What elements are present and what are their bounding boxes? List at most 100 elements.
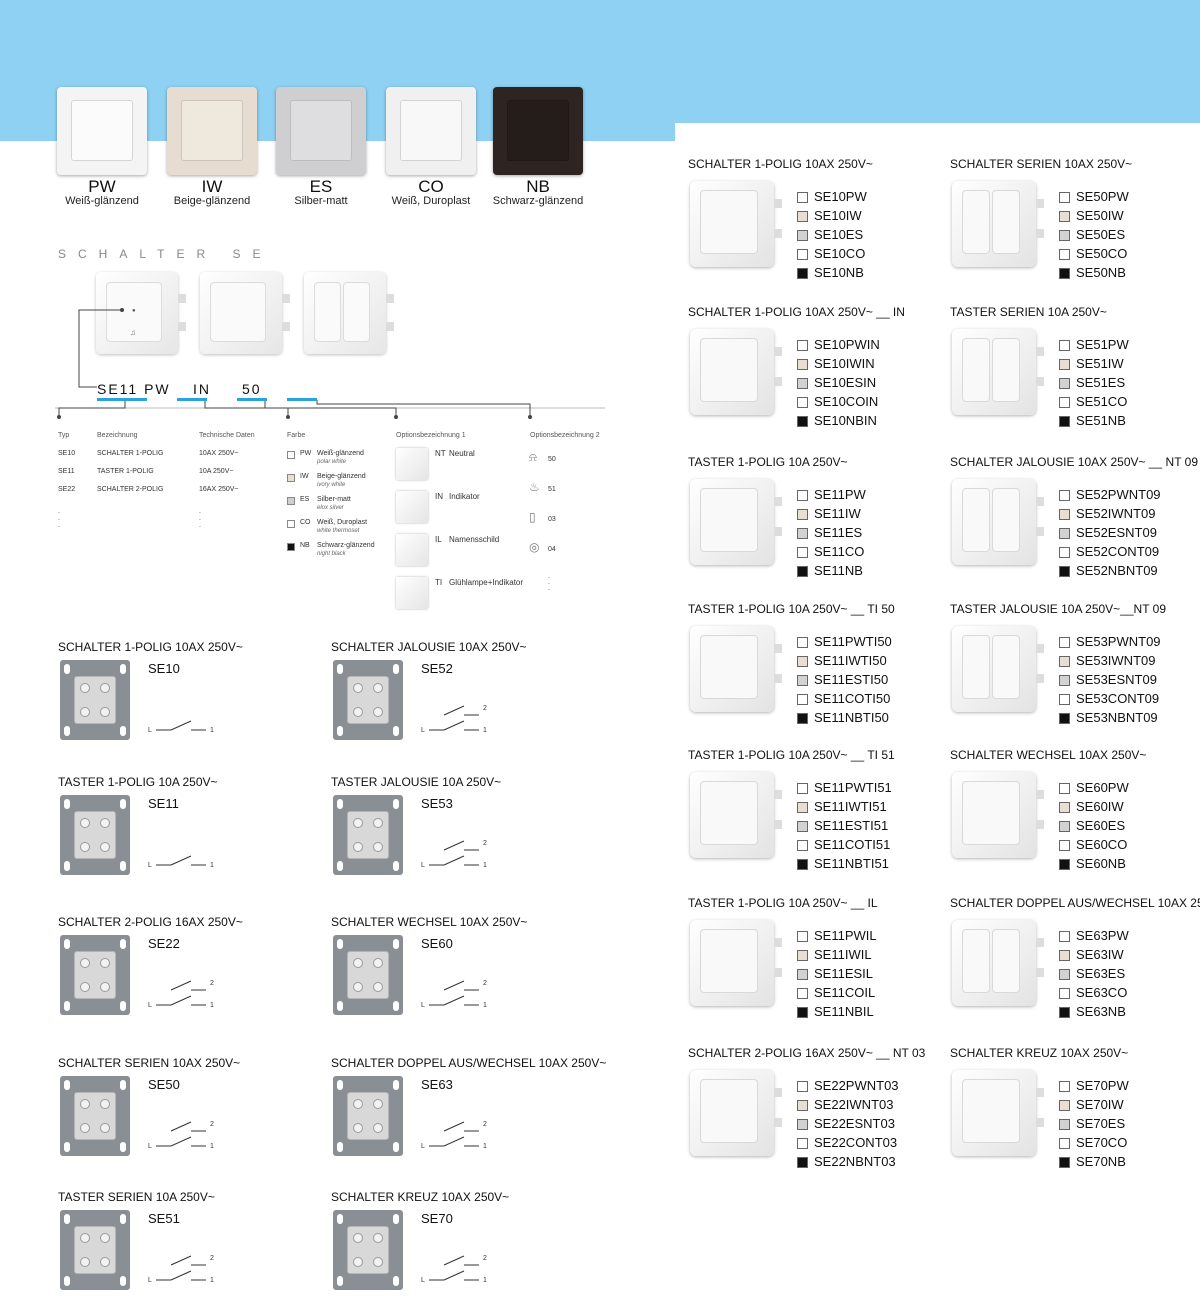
- mechanism-mount-hole: [64, 1001, 70, 1011]
- finish-name: Weiß-glänzend: [65, 195, 139, 207]
- mechanism-terminal: [353, 818, 363, 828]
- variant-code: SE51PW: [1076, 337, 1129, 352]
- variant-color-square: [1059, 378, 1070, 389]
- legend-cell-typ: SE22: [58, 486, 76, 493]
- variant-color-square: [797, 950, 808, 961]
- switch-rocker-right: [992, 635, 1020, 699]
- finish-swatch: [386, 87, 476, 175]
- code-bar-option2: [237, 398, 267, 401]
- svg-text:L: L: [148, 1002, 152, 1009]
- catalog-title: SCHALTER KREUZ 10AX 250V~: [950, 1046, 1129, 1060]
- legend-cell-typ: SE11: [58, 468, 75, 475]
- variant-code: SE60PW: [1076, 780, 1129, 795]
- variant-color-square: [797, 637, 808, 648]
- variant-color-square: [1059, 988, 1070, 999]
- switch-clip: [774, 377, 782, 386]
- variant-color-square: [797, 931, 808, 942]
- mechanism-mount-hole: [393, 799, 399, 809]
- variant-code: SE50CO: [1076, 246, 1128, 261]
- option1-code: NT: [435, 449, 446, 458]
- switch-clip: [1036, 1088, 1044, 1097]
- variant-code: SE11COTI50: [814, 691, 891, 706]
- variant-color-square: [1059, 694, 1070, 705]
- variant-code: SE51IW: [1076, 356, 1124, 371]
- mechanism-mount-hole: [64, 664, 70, 674]
- mechanism-core: [347, 1226, 389, 1274]
- variant-code: SE70NB: [1076, 1154, 1126, 1169]
- catalog-title: SCHALTER SERIEN 10AX 250V~: [950, 157, 1133, 171]
- variant-code: SE52CONT09: [1076, 544, 1160, 559]
- mechanism-wiring-diagram: L 1 2: [421, 840, 487, 869]
- series-heading: SCHALTER SE: [58, 247, 273, 261]
- variant-code: SE60IW: [1076, 799, 1124, 814]
- mechanism-title: SCHALTER JALOUSIE 10AX 250V~: [331, 640, 527, 654]
- svg-text:2: 2: [210, 980, 214, 987]
- mechanism-core: [74, 811, 116, 859]
- variant-color-square: [1059, 783, 1070, 794]
- finish-code: NB: [526, 177, 550, 196]
- mechanism-image: [60, 1076, 130, 1156]
- switch-clip: [774, 347, 782, 356]
- mechanism-terminal: [373, 683, 383, 693]
- mechanism-wiring-diagram: L 1 2: [148, 1255, 214, 1284]
- variant-color-square: [797, 1081, 808, 1092]
- switch-clip: [1036, 527, 1044, 536]
- variant-color-square: [797, 1007, 808, 1018]
- mechanism-mount-hole: [337, 861, 343, 871]
- variant-code: SE11ES: [814, 525, 863, 540]
- legend-cell-tech: 16AX 250V~: [199, 486, 239, 493]
- variant-color-square: [797, 1119, 808, 1130]
- finish-swatch: [276, 87, 366, 175]
- mechanism-mount-hole: [120, 1001, 126, 1011]
- switch-clip: [1036, 674, 1044, 683]
- variant-color-square: [1059, 490, 1070, 501]
- mechanism-terminal: [353, 1099, 363, 1109]
- mechanism-mount-hole: [64, 1276, 70, 1286]
- switch-clip: [774, 968, 782, 977]
- mechanism-mount-hole: [64, 861, 70, 871]
- catalog-title: SCHALTER 2-POLIG 16AX 250V~ __ NT 03: [688, 1046, 926, 1060]
- mechanism-terminal: [353, 1257, 363, 1267]
- variant-code: SE53NBNT09: [1076, 710, 1158, 725]
- mechanism-mount-hole: [120, 1276, 126, 1286]
- svg-text:1: 1: [210, 1002, 214, 1009]
- catalog-switch-image: [952, 479, 1044, 565]
- finish-list-de: Weiß, Duroplast: [317, 519, 368, 526]
- finish-list-de: Schwarz-glänzend: [317, 542, 375, 549]
- mechanism-title: SCHALTER DOPPEL AUS/WECHSEL 10AX 250V~: [331, 1056, 607, 1070]
- mechanism-image: [60, 660, 130, 740]
- variant-color-square: [797, 230, 808, 241]
- variant-color-square: [797, 1138, 808, 1149]
- mechanism-terminal: [100, 1099, 110, 1109]
- mechanism-image: [333, 660, 403, 740]
- option2-code: 50: [548, 456, 556, 463]
- variant-code: SE11ESTI50: [814, 672, 889, 687]
- switch-clip: [1036, 199, 1044, 208]
- switch-rocker: [700, 338, 758, 402]
- variant-color-square: [797, 490, 808, 501]
- variant-code: SE70PW: [1076, 1078, 1129, 1093]
- switch-rocker-left: [962, 190, 990, 254]
- variant-code: SE63CO: [1076, 985, 1128, 1000]
- finish-list-code: IW: [300, 473, 309, 480]
- svg-text:L: L: [421, 727, 425, 734]
- finish-list-code: NB: [300, 542, 310, 549]
- finish-swatch-rocker: [181, 100, 243, 161]
- mechanism-terminal: [100, 683, 110, 693]
- variant-color-square: [1059, 509, 1070, 520]
- variant-code: SE10CO: [814, 246, 866, 261]
- svg-text:2: 2: [483, 1255, 487, 1262]
- mechanism-mount-hole: [337, 1080, 343, 1090]
- variant-code: SE22IWNT03: [814, 1097, 894, 1112]
- mechanism-core: [74, 676, 116, 724]
- finish-list-en: white thermoset: [317, 528, 360, 534]
- legend-cell-typ: SE10: [58, 450, 76, 457]
- mechanism-code: SE50: [148, 1077, 180, 1092]
- catalog-switch-image: [690, 626, 782, 712]
- variant-color-square: [1059, 547, 1070, 558]
- variant-color-square: [797, 859, 808, 870]
- catalog-switch-image: [952, 329, 1044, 415]
- catalog-switch-image: [690, 920, 782, 1006]
- mechanism-image: [60, 795, 130, 875]
- finish-list-de: Beige-glänzend: [317, 473, 366, 480]
